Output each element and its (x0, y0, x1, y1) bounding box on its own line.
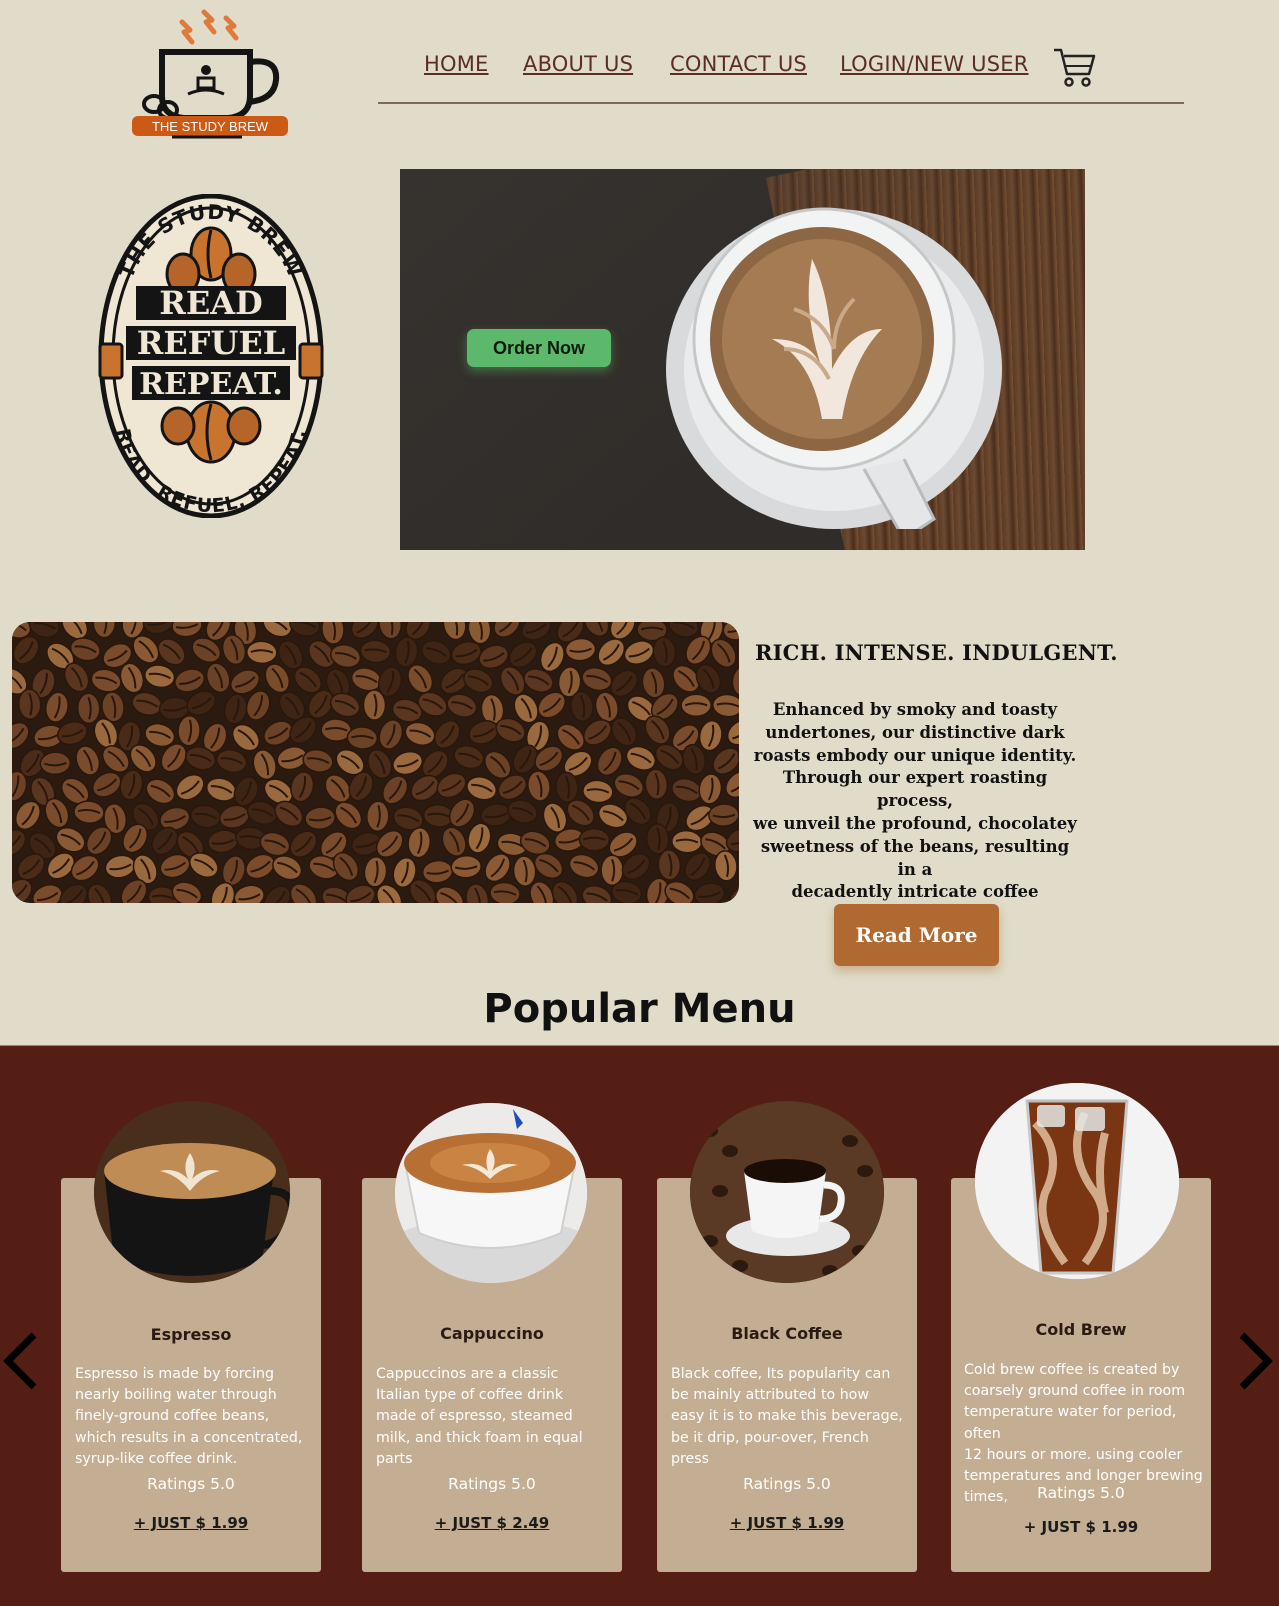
card-title: Cappuccino (440, 1324, 544, 1343)
popular-menu-section: Espresso Espresso is made by forcing near… (0, 1045, 1279, 1606)
card-rating: Ratings 5.0 (743, 1475, 831, 1493)
card-rating: Ratings 5.0 (1037, 1484, 1125, 1502)
latte-cup-image (666, 207, 1002, 529)
card-description: Black coffee, Its popularity can be mainl… (671, 1366, 903, 1467)
hero-banner: Order Now (400, 169, 1085, 550)
carousel-prev-icon[interactable] (2, 1331, 38, 1391)
card-price[interactable]: + JUST $ 2.49 (362, 1514, 622, 1532)
nav-home[interactable]: HOME (424, 52, 489, 76)
card-title: Black Coffee (731, 1324, 843, 1343)
card-description: Cappuccinos are a classic Italian type of… (376, 1366, 583, 1467)
logo-text: THE STUDY BREW (152, 119, 269, 134)
order-now-button[interactable]: Order Now (467, 329, 611, 367)
nav-about-us[interactable]: ABOUT US (523, 52, 633, 76)
feature-title: RICH. INTENSE. INDULGENT. (755, 640, 1118, 665)
feature-description: Enhanced by smoky and toasty undertones,… (753, 700, 1077, 924)
card-rating: Ratings 5.0 (147, 1475, 235, 1493)
carousel-next-icon[interactable] (1238, 1331, 1274, 1391)
cappuccino-image (395, 1103, 587, 1283)
card-price[interactable]: + JUST $ 1.99 (951, 1518, 1211, 1536)
cold-brew-image (975, 1083, 1179, 1279)
read-refuel-repeat-badge: THE STUDY BREW READ REFUEL REPEAT. READ.… (98, 193, 324, 519)
card-rating: Ratings 5.0 (448, 1475, 536, 1493)
coffee-beans-image (12, 622, 739, 903)
badge-line-refuel: REFUEL (137, 324, 286, 362)
card-price[interactable]: + JUST $ 1.99 (61, 1514, 321, 1532)
popular-menu-title: Popular Menu (483, 986, 796, 1032)
black-coffee-image (690, 1101, 884, 1283)
brand-logo[interactable]: THE STUDY BREW (132, 6, 290, 140)
card-title: Espresso (150, 1325, 232, 1344)
cart-icon[interactable] (1052, 44, 1096, 90)
nav-contact-us[interactable]: CONTACT US (670, 52, 807, 76)
card-description: Espresso is made by forcing nearly boilin… (75, 1366, 303, 1467)
espresso-image (94, 1101, 290, 1283)
read-more-button[interactable]: Read More (834, 904, 999, 966)
badge-line-repeat: REPEAT. (139, 367, 283, 402)
nav-login-new-user[interactable]: LOGIN/NEW USER (840, 52, 1029, 76)
card-price[interactable]: + JUST $ 1.99 (657, 1514, 917, 1532)
card-title: Cold Brew (1035, 1320, 1127, 1339)
badge-line-read: READ (159, 284, 263, 322)
